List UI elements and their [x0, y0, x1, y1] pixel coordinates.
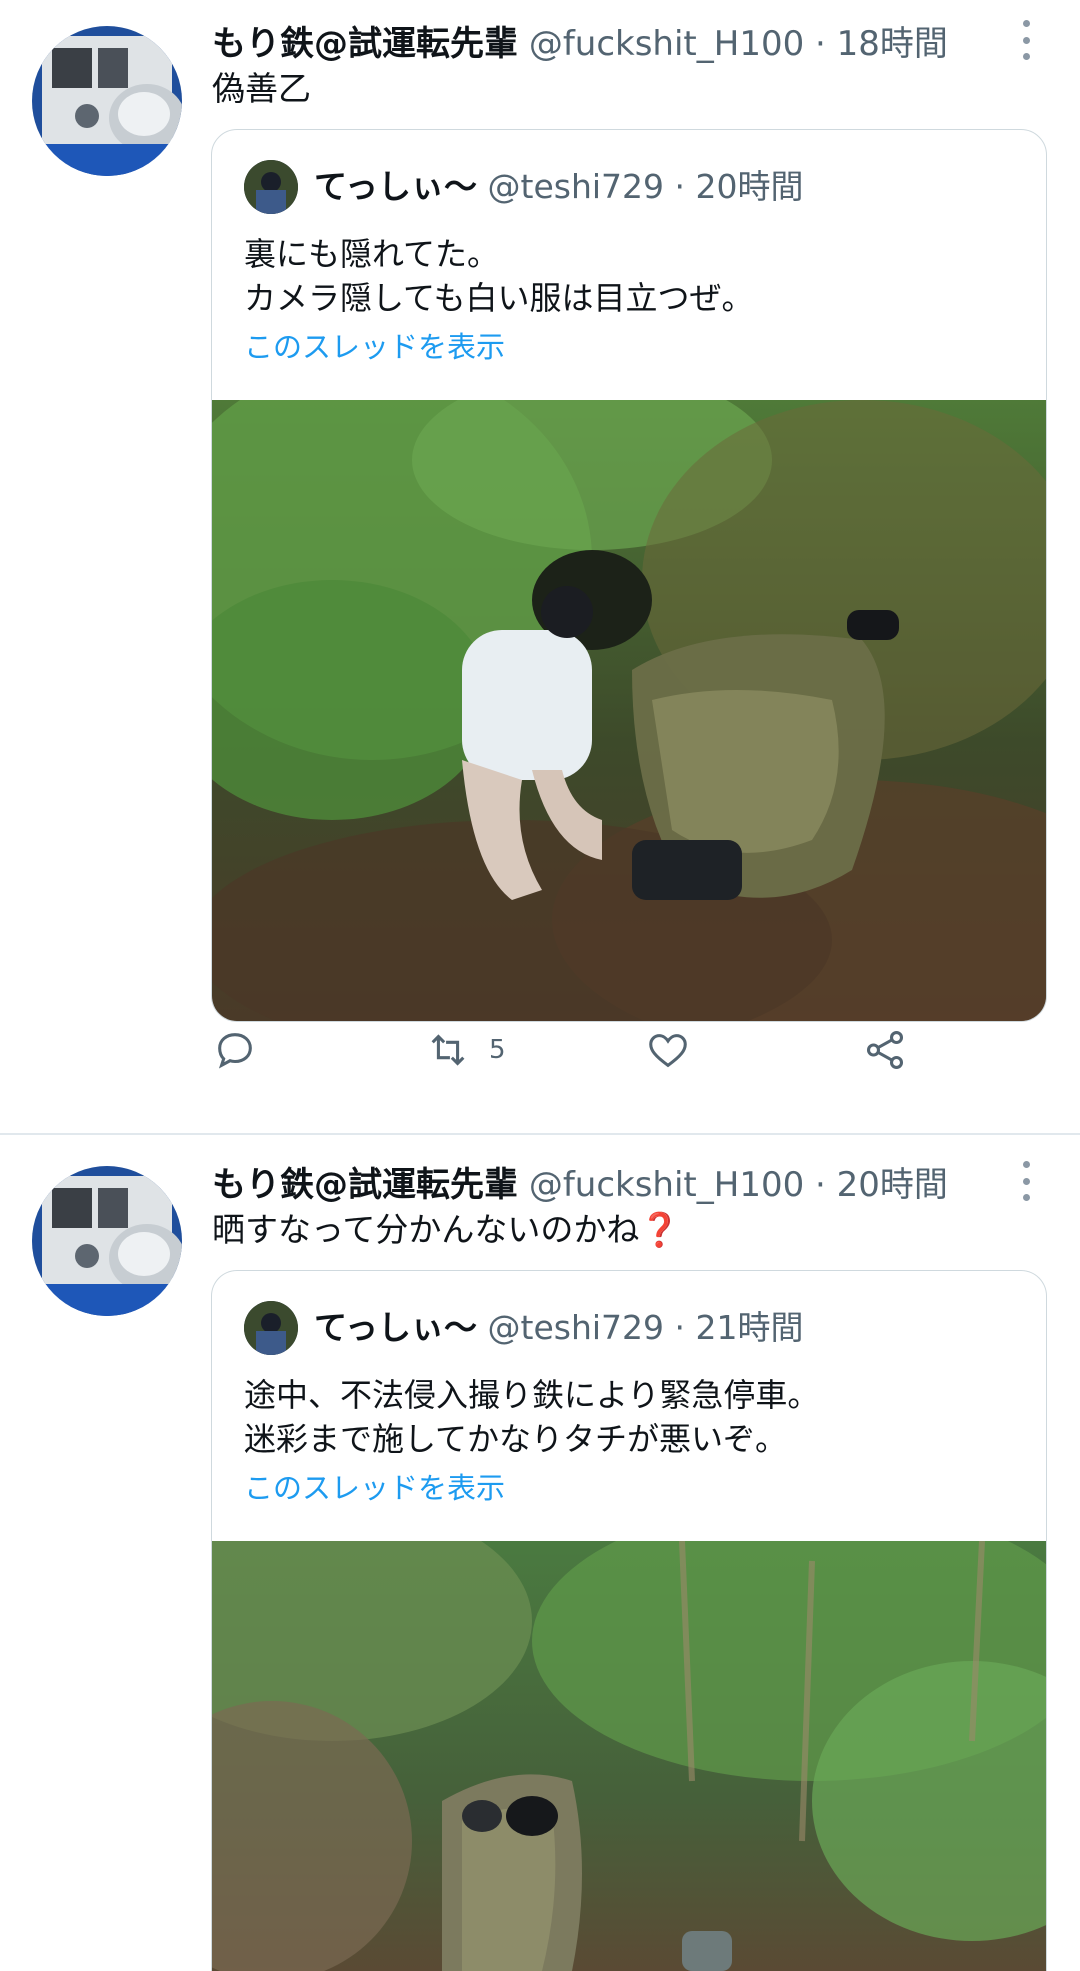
separator-dot: ·: [674, 167, 686, 206]
author-handle[interactable]: @fuckshit_H100: [529, 1165, 804, 1205]
quoted-author-handle: @teshi729: [487, 167, 665, 206]
more-options-icon[interactable]: [1014, 20, 1038, 60]
quoted-photo[interactable]: [212, 400, 1046, 1021]
quoted-timestamp: 20時間: [695, 167, 804, 206]
tweet-header: もり鉄@試運転先輩 @fuckshit_H100 · 18時間: [212, 20, 948, 68]
tweet-text: 偽善乙: [212, 69, 311, 108]
quoted-author-name: てっしぃ〜: [314, 1308, 478, 1347]
quoted-text-line: 途中、不法侵入撮り鉄により緊急停車。: [244, 1376, 820, 1414]
tweet-text-content: 晒すなって分かんないのかね: [212, 1210, 640, 1249]
tweet-timestamp[interactable]: 18時間: [837, 24, 948, 64]
tweet-timestamp[interactable]: 20時間: [837, 1165, 948, 1205]
quoted-author-name: てっしぃ〜: [314, 167, 478, 206]
quoted-text-line: カメラ隠しても白い服は目立つぜ。: [244, 279, 754, 317]
quoted-author-handle: @teshi729: [487, 1308, 665, 1347]
author-avatar[interactable]: [32, 26, 182, 176]
reply-button[interactable]: [212, 1020, 276, 1080]
quoted-tweet[interactable]: てっしぃ〜 @teshi729 · 21時間 途中、不法侵入撮り鉄により緊急停車…: [211, 1270, 1047, 1971]
retweet-icon: [431, 1034, 465, 1066]
like-button[interactable]: [645, 1020, 709, 1080]
quoted-text-line: 迷彩まで施してかなりタチが悪いぞ。: [244, 1420, 788, 1458]
quoted-photo[interactable]: [212, 1541, 1046, 1971]
quoted-text-line: 裏にも隠れてた。: [244, 235, 500, 273]
quoted-author-avatar: [244, 160, 298, 214]
question-mark-emoji-icon: ❓: [639, 1210, 681, 1249]
train-avatar-image: [32, 1166, 182, 1316]
author-avatar[interactable]: [32, 1166, 182, 1316]
photo-forest-person: [212, 400, 1046, 1021]
quoted-timestamp: 21時間: [695, 1308, 804, 1347]
quoted-author-avatar: [244, 1301, 298, 1355]
show-thread-link[interactable]: このスレッドを表示: [244, 1468, 505, 1508]
author-name[interactable]: もり鉄@試運転先輩: [212, 1165, 518, 1205]
quoted-text: 途中、不法侵入撮り鉄により緊急停車。 迷彩まで施してかなりタチが悪いぞ。: [244, 1373, 819, 1461]
reply-icon: [218, 1033, 252, 1069]
author-handle[interactable]: @fuckshit_H100: [529, 24, 804, 64]
tweet-divider: [0, 1133, 1080, 1135]
tweet-2[interactable]: もり鉄@試運転先輩 @fuckshit_H100 · 20時間 晒すなって分かん…: [0, 1141, 1080, 1971]
quoted-tweet[interactable]: てっしぃ〜 @teshi729 · 20時間 裏にも隠れてた。 カメラ隠しても白…: [211, 129, 1047, 1022]
train-avatar-image: [32, 26, 182, 176]
share-button[interactable]: [862, 1020, 908, 1080]
separator-dot: ·: [815, 24, 826, 64]
like-heart-icon: [649, 1034, 687, 1068]
tweet-actions: 5: [212, 1020, 912, 1080]
show-thread-link[interactable]: このスレッドを表示: [244, 327, 505, 367]
share-icon: [866, 1031, 904, 1069]
photo-camouflaged-photographer: [212, 1541, 1046, 1971]
retweet-button[interactable]: 5: [425, 1020, 506, 1080]
more-options-icon[interactable]: [1014, 1161, 1038, 1201]
separator-dot: ·: [815, 1165, 826, 1205]
retweet-count: 5: [489, 1035, 506, 1065]
tweet-text: 晒すなって分かんないのかね❓: [212, 1207, 680, 1253]
author-name[interactable]: もり鉄@試運転先輩: [212, 24, 518, 64]
tweet-1[interactable]: もり鉄@試運転先輩 @fuckshit_H100 · 18時間 偽善乙 てっしぃ…: [0, 0, 1080, 1133]
separator-dot: ·: [674, 1308, 686, 1347]
tweet-header: もり鉄@試運転先輩 @fuckshit_H100 · 20時間: [212, 1161, 948, 1209]
quoted-text: 裏にも隠れてた。 カメラ隠しても白い服は目立つぜ。: [244, 232, 753, 320]
